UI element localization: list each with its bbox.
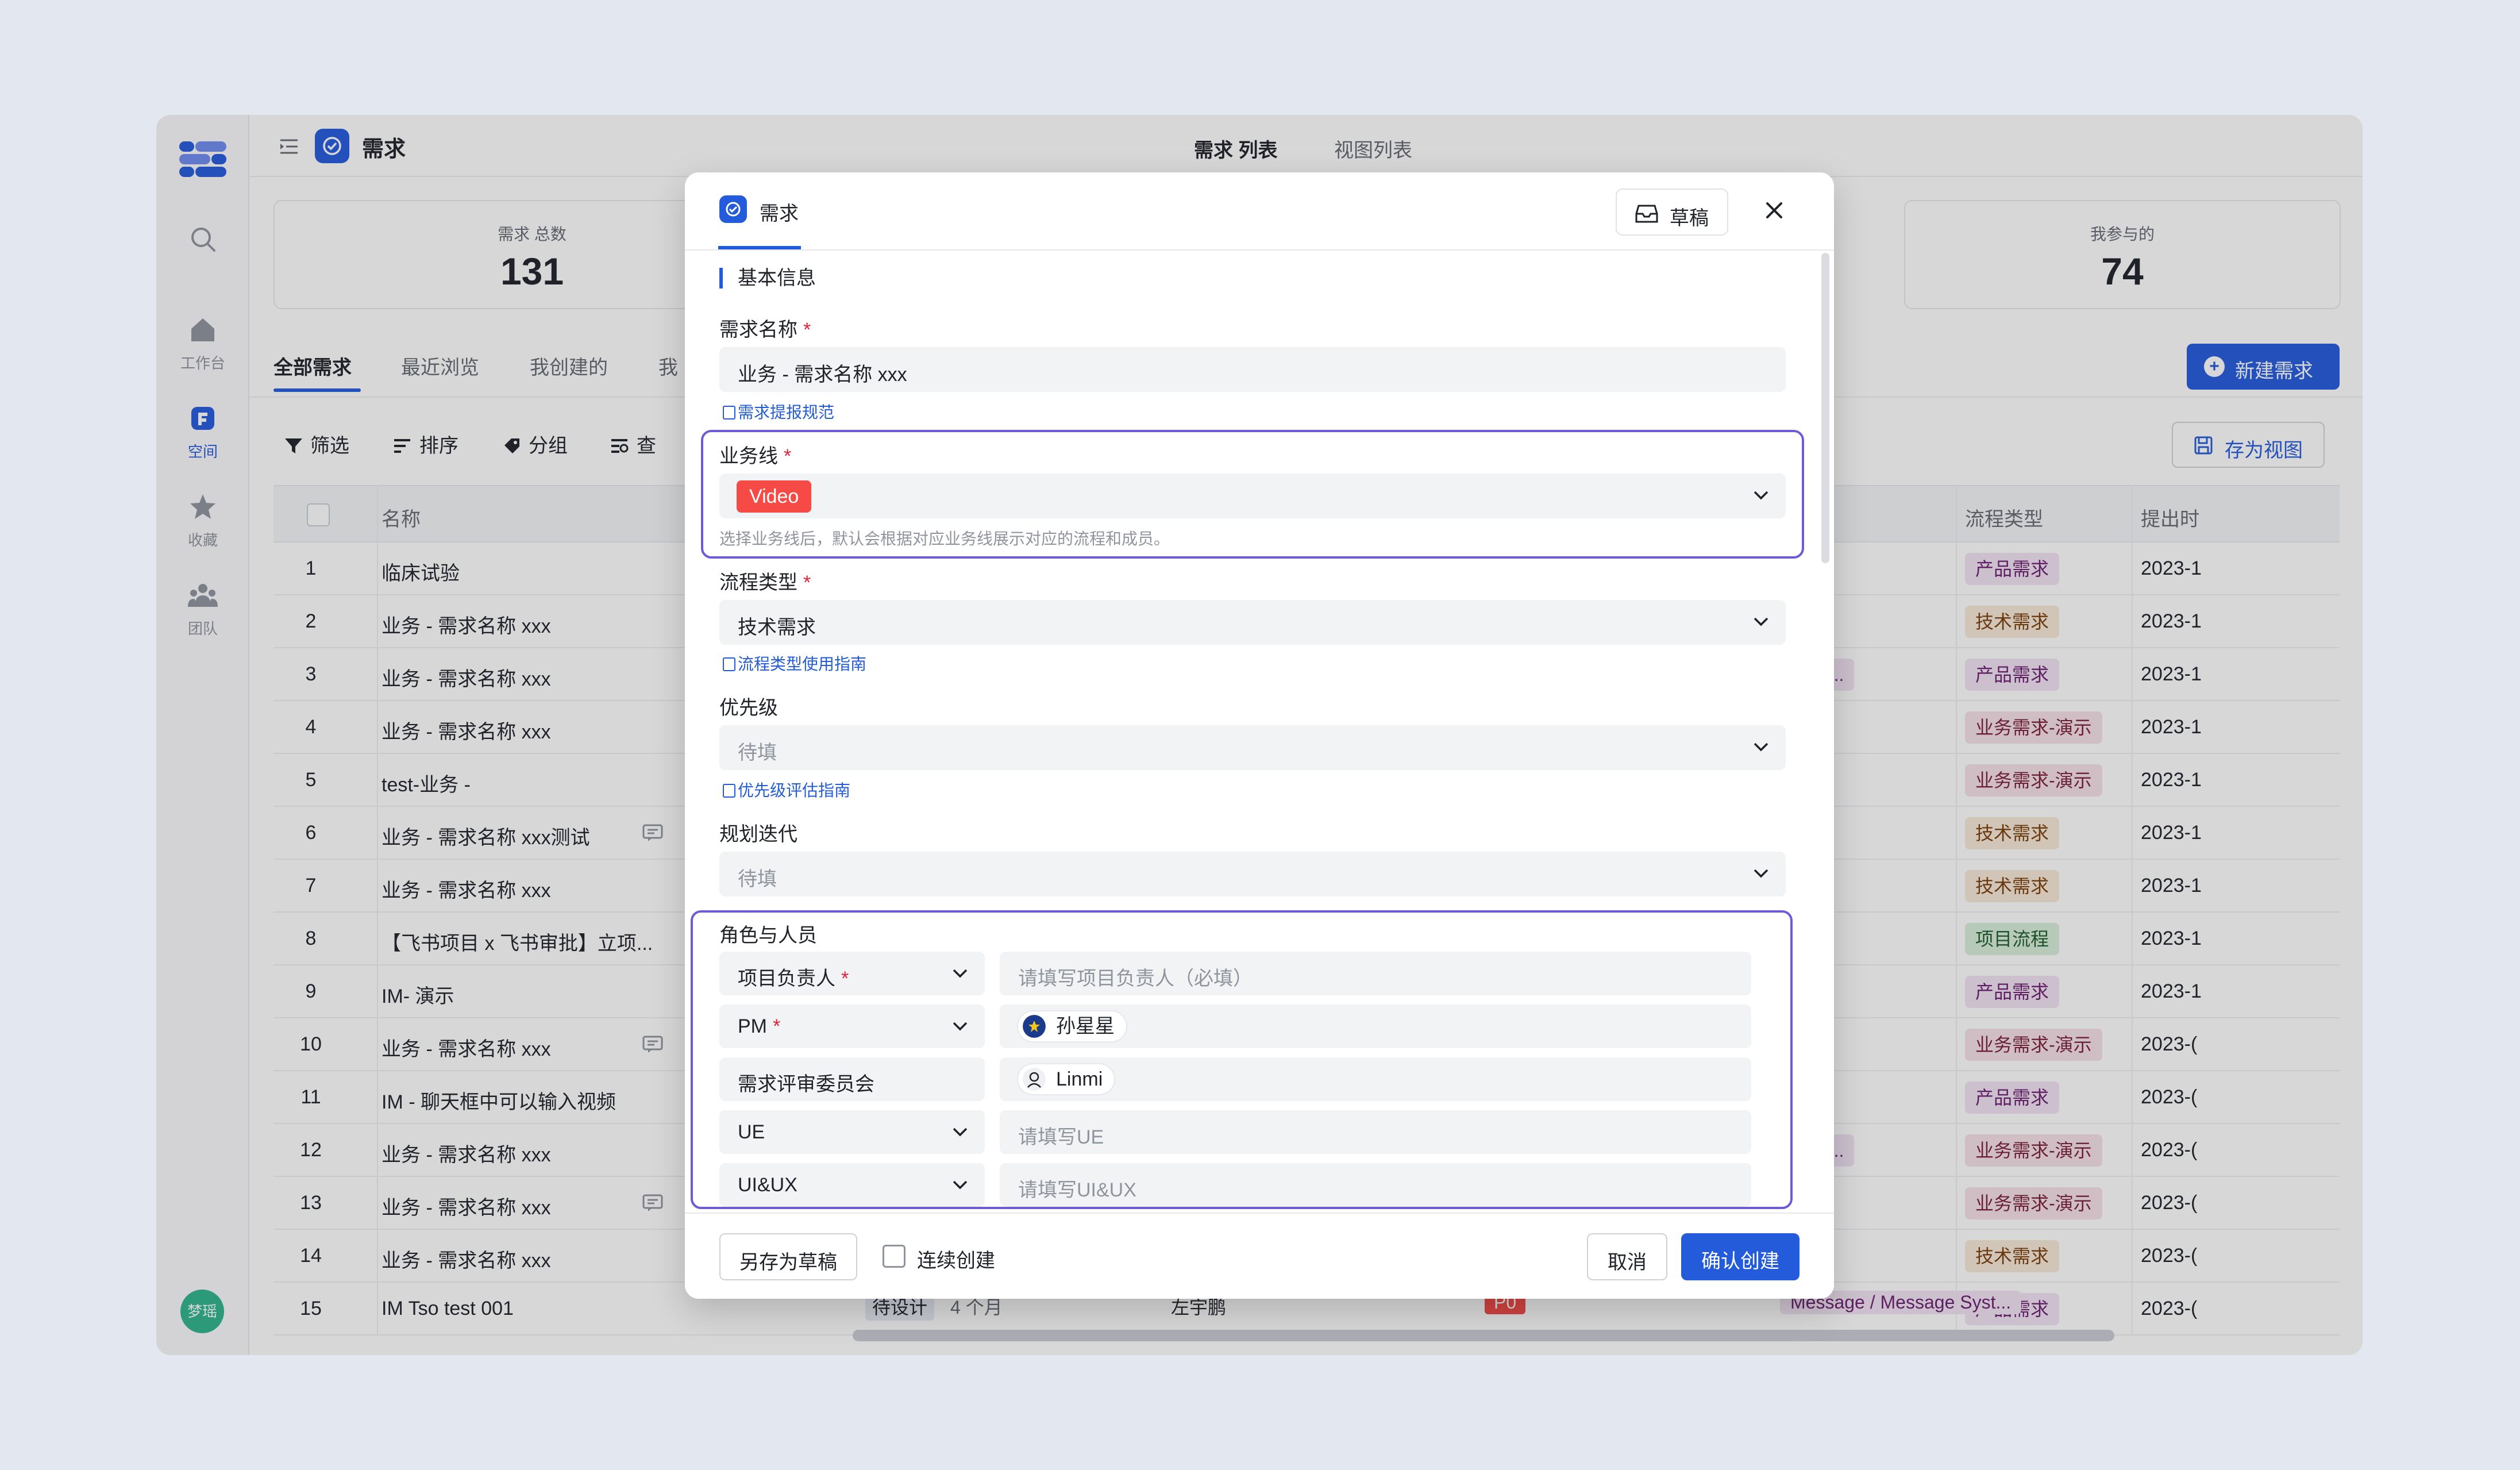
- person-name: 孙星星: [1056, 1015, 1115, 1037]
- chevron-down-icon: [953, 1127, 968, 1137]
- role-select[interactable]: PM *: [719, 1005, 985, 1048]
- document-icon: [723, 784, 735, 798]
- role-placeholder: 请填写项目负责人（必填）: [1018, 968, 1253, 990]
- modal-header: 需求 草稿: [685, 172, 1834, 251]
- person-chip[interactable]: 孙星星: [1017, 1010, 1127, 1042]
- modal-footer: 另存为草稿 连续创建 取消 确认创建: [685, 1213, 1834, 1299]
- chevron-down-icon: [1754, 617, 1768, 626]
- modal-tab-title[interactable]: 需求: [760, 198, 799, 226]
- chevron-down-icon: [953, 1180, 968, 1190]
- cancel-button[interactable]: 取消: [1587, 1233, 1667, 1280]
- name-input[interactable]: 业务 - 需求名称 xxx: [719, 347, 1786, 392]
- role-select[interactable]: UE: [719, 1110, 985, 1154]
- chevron-down-icon: [1754, 869, 1768, 878]
- continue-create-checkbox[interactable]: [883, 1245, 905, 1268]
- document-icon: [723, 657, 735, 671]
- chevron-down-icon: [953, 1022, 968, 1031]
- business-line-select[interactable]: Video: [719, 474, 1786, 518]
- person-chip[interactable]: Linmi: [1017, 1063, 1116, 1095]
- role-select[interactable]: 需求评审委员会: [719, 1057, 985, 1101]
- priority-label: 优先级: [719, 697, 778, 719]
- confirm-create-button[interactable]: 确认创建: [1681, 1233, 1800, 1280]
- flow-type-select[interactable]: 技术需求: [719, 600, 1786, 645]
- business-line-label: 业务线 *: [719, 445, 792, 467]
- iteration-placeholder: 待填: [738, 868, 777, 890]
- continue-create-label: 连续创建: [917, 1250, 995, 1272]
- requirement-type-icon: [719, 195, 747, 223]
- name-value: 业务 - 需求名称 xxx: [738, 364, 907, 386]
- close-icon[interactable]: [1762, 198, 1787, 223]
- priority-placeholder: 待填: [738, 742, 777, 764]
- role-name: 需求评审委员会: [738, 1073, 874, 1095]
- role-name: 项目负责人 *: [738, 968, 849, 990]
- button-label: 另存为草稿: [739, 1252, 837, 1273]
- role-member-input[interactable]: 请填写UE: [1000, 1110, 1751, 1154]
- priority-guide-link[interactable]: 优先级评估指南: [723, 778, 850, 801]
- role-member-input[interactable]: 请填写项目负责人（必填）: [1000, 952, 1751, 995]
- role-name: UI&UX: [738, 1174, 797, 1196]
- role-placeholder: 请填写UI&UX: [1018, 1179, 1136, 1201]
- role-name: UE: [738, 1121, 765, 1143]
- modal-scrollbar[interactable]: [1821, 253, 1829, 563]
- role-member-input[interactable]: 孙星星: [1000, 1005, 1751, 1048]
- role-name: PM *: [738, 1015, 781, 1037]
- person-name: Linmi: [1056, 1068, 1103, 1090]
- priority-select[interactable]: 待填: [719, 725, 1786, 770]
- section-basic-info: 基本信息: [719, 268, 816, 288]
- chevron-down-icon: [953, 969, 968, 978]
- role-member-input[interactable]: 请填写UI&UX: [1000, 1163, 1751, 1207]
- chevron-down-icon: [1754, 491, 1768, 500]
- flow-type-value: 技术需求: [738, 617, 816, 638]
- button-label: 取消: [1608, 1252, 1647, 1273]
- document-icon: [723, 406, 735, 420]
- button-label: 确认创建: [1701, 1250, 1779, 1272]
- save-as-draft-button[interactable]: 另存为草稿: [719, 1233, 857, 1280]
- selected-business-tag: Video: [737, 480, 812, 513]
- role-member-input[interactable]: Linmi: [1000, 1057, 1751, 1101]
- active-tab-indicator: [718, 246, 801, 249]
- chevron-down-icon: [1754, 742, 1768, 752]
- role-placeholder: 请填写UE: [1018, 1126, 1104, 1148]
- role-select[interactable]: UI&UX: [719, 1163, 985, 1207]
- roles-label: 角色与人员: [719, 925, 817, 946]
- name-guideline-link[interactable]: 需求提报规范: [723, 400, 834, 423]
- inbox-icon: [1635, 205, 1658, 223]
- name-label: 需求名称 *: [719, 319, 811, 341]
- create-requirement-modal: 需求 草稿 基本信息 需求名称 * 业务 - 需求名称 xxx 需求提报规范 业务…: [685, 172, 1834, 1299]
- business-line-hint: 选择业务线后，默认会根据对应业务线展示对应的流程和成员。: [719, 530, 1170, 548]
- flow-type-label: 流程类型 *: [719, 572, 811, 594]
- role-select[interactable]: 项目负责人 *: [719, 952, 985, 995]
- user-avatar-icon: [1023, 1015, 1046, 1038]
- user-avatar-icon: [1023, 1068, 1046, 1091]
- iteration-select[interactable]: 待填: [719, 852, 1786, 896]
- drafts-button[interactable]: 草稿: [1616, 188, 1728, 236]
- flow-type-guide-link[interactable]: 流程类型使用指南: [723, 652, 866, 675]
- iteration-label: 规划迭代: [719, 823, 797, 845]
- button-label: 草稿: [1670, 207, 1709, 229]
